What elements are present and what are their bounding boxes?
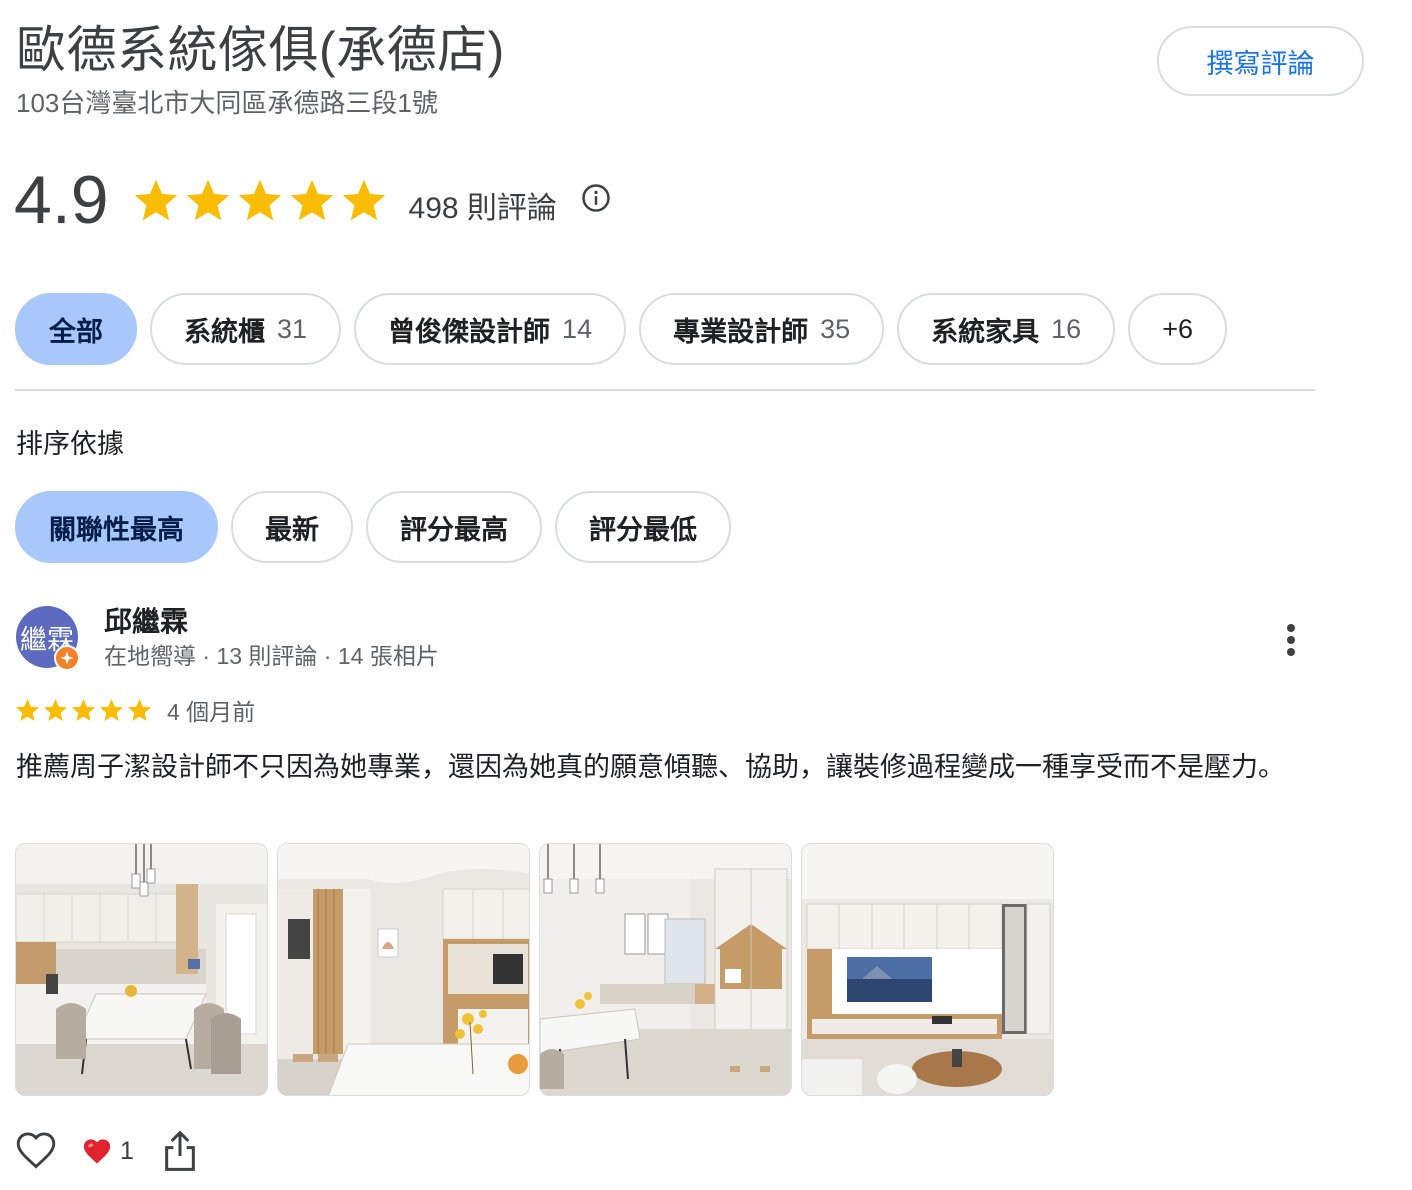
chip-all[interactable]: 全部 — [15, 293, 137, 365]
dining-room-photo[interactable] — [15, 843, 268, 1096]
chip-count: 16 — [1051, 313, 1082, 344]
sort-newest[interactable]: 最新 — [231, 491, 353, 563]
entryway-photo[interactable] — [277, 843, 530, 1096]
sort-options: 關聯性最高 最新 評分最高 評分最低 — [15, 491, 731, 563]
reviewer-meta: 在地嚮導 · 13 則評論 · 14 張相片 — [104, 643, 439, 669]
review-star-icon — [72, 699, 95, 721]
chip-label: 系統家具 — [931, 316, 1040, 347]
chip-system-furniture[interactable]: 系統家具 16 — [897, 293, 1116, 365]
share-icon[interactable] — [160, 1129, 200, 1173]
write-review-button[interactable]: 撰寫評論 — [1157, 26, 1364, 96]
sort-highest-rating[interactable]: 評分最高 — [366, 491, 542, 563]
rating-star-icon — [186, 179, 229, 221]
chip-label: 曾俊傑設計師 — [388, 316, 551, 347]
chip-more[interactable]: +6 — [1128, 293, 1227, 365]
rating-star-icon — [342, 179, 385, 221]
rating-summary: 4.9 498 則評論 — [14, 160, 611, 240]
place-title: 歐德系統傢俱(承德店) — [16, 22, 505, 78]
rating-star-icon — [290, 179, 333, 221]
review-rating-row: 4 個月前 — [14, 694, 255, 726]
rating-star-icon — [134, 179, 177, 221]
rating-star-icon — [238, 179, 281, 221]
review-star-icon — [128, 699, 151, 721]
living-room-photo[interactable] — [539, 843, 792, 1096]
review-photos — [15, 843, 1054, 1096]
chip-designer-tseng[interactable]: 曾俊傑設計師 14 — [354, 293, 627, 365]
local-guide-badge-icon — [54, 645, 80, 671]
chip-count: 14 — [562, 313, 593, 344]
heart-emoji-icon — [83, 1139, 111, 1164]
rating-value: 4.9 — [14, 162, 109, 238]
divider — [15, 389, 1315, 391]
review-stars — [14, 697, 153, 723]
review-text: 推薦周子潔設計師不只因為她專業，還因為她真的願意傾聽、協助，讓裝修過程變成一種享… — [16, 752, 1285, 782]
info-icon[interactable] — [581, 183, 611, 213]
more-options-icon[interactable] — [1276, 620, 1306, 660]
chip-count: 35 — [820, 313, 851, 344]
topic-chips: 全部 系統櫃 31 曾俊傑設計師 14 專業設計師 35 系統家具 16 +6 — [15, 293, 1227, 365]
review-count: 498 則評論 — [408, 192, 557, 225]
rating-stars — [131, 176, 389, 224]
sort-label: 排序依據 — [16, 429, 124, 459]
reaction-count: 1 — [120, 1136, 134, 1165]
reviewer-name[interactable]: 邱繼霖 — [104, 604, 188, 640]
sort-lowest-rating[interactable]: 評分最低 — [555, 491, 731, 563]
review-star-icon — [100, 699, 123, 721]
review-star-icon — [44, 699, 67, 721]
chip-count: 31 — [277, 313, 308, 344]
chip-professional-designer[interactable]: 專業設計師 35 — [639, 293, 885, 365]
chip-label: 系統櫃 — [184, 316, 265, 347]
review-actions: 1 — [14, 1128, 200, 1174]
reaction-summary[interactable]: 1 — [82, 1137, 134, 1166]
tv-wall-photo[interactable] — [801, 843, 1054, 1096]
place-address: 103台灣臺北市大同區承德路三段1號 — [16, 88, 438, 118]
review-time: 4 個月前 — [167, 699, 256, 725]
chip-system-cabinet[interactable]: 系統櫃 31 — [150, 293, 342, 365]
heart-outline-icon[interactable] — [14, 1129, 58, 1173]
chip-label: 全部 — [49, 316, 103, 347]
sort-most-relevant[interactable]: 關聯性最高 — [15, 491, 218, 563]
chip-label: 專業設計師 — [673, 316, 809, 347]
chip-label: +6 — [1162, 313, 1193, 344]
review-star-icon — [16, 699, 39, 721]
